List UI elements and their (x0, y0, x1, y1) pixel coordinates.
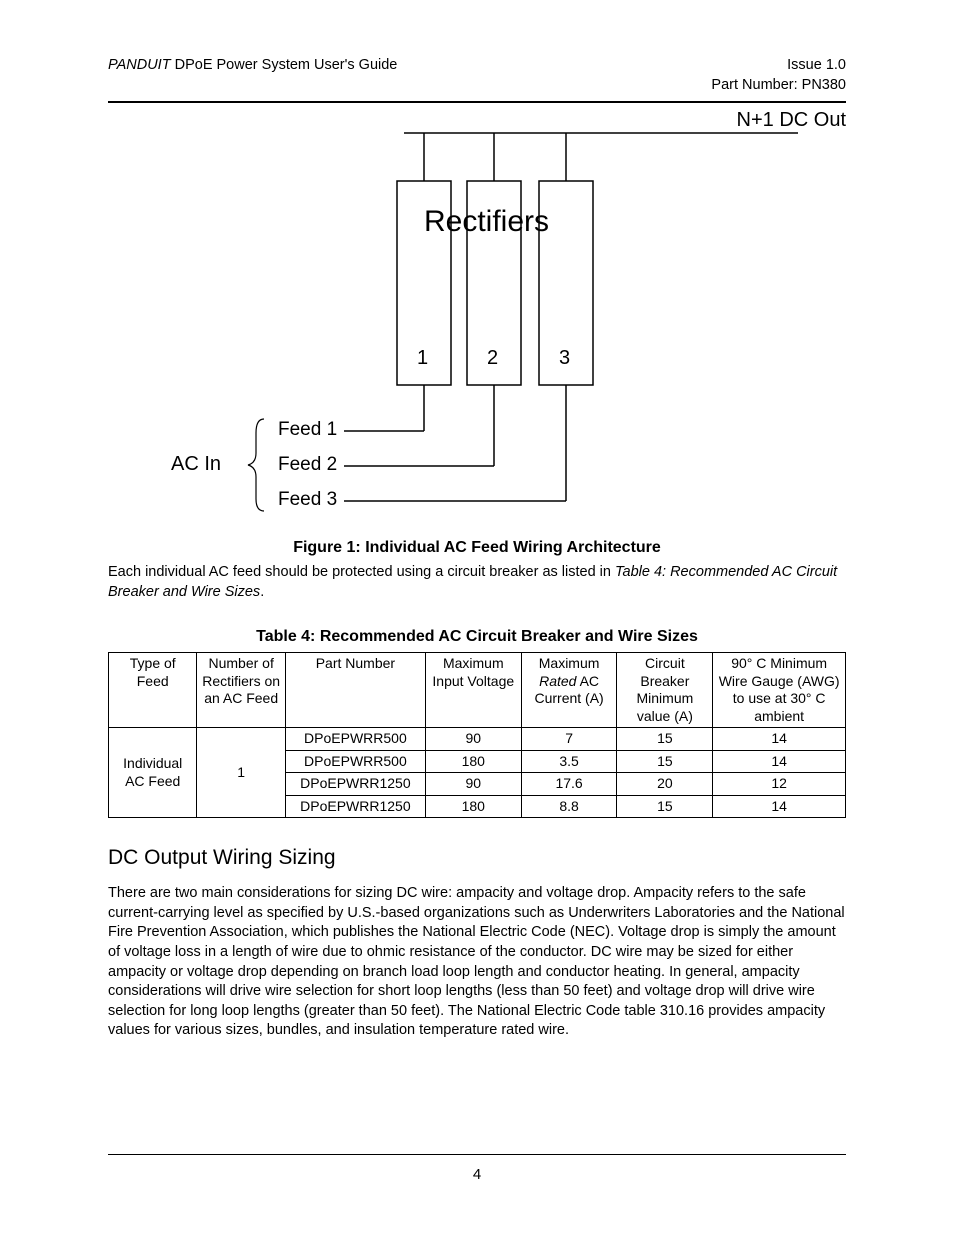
cell-part: DPoEPWRR500 (285, 750, 425, 773)
th-wire-gauge: 90° C Minimum Wire Gauge (AWG) to use at… (713, 653, 846, 728)
cell-current: 7 (521, 728, 617, 751)
figure-1-caption: Figure 1: Individual AC Feed Wiring Arch… (108, 539, 846, 557)
feed-2-label: Feed 2 (278, 454, 337, 476)
cell-part: DPoEPWRR1250 (285, 795, 425, 818)
figure-1-diagram: N+1 DC Out Rectifiers 1 2 3 AC In Feed 1… (108, 103, 846, 533)
paragraph-1: Each individual AC feed should be protec… (108, 563, 846, 602)
brand-name: PANDUIT (108, 57, 171, 73)
section-heading-dc-output: DC Output Wiring Sizing (108, 846, 846, 870)
cell-part: DPoEPWRR1250 (285, 773, 425, 796)
cell-breaker: 15 (617, 728, 713, 751)
ac-in-label: AC In (171, 453, 221, 476)
cell-voltage: 180 (425, 795, 521, 818)
table-row: Individual AC Feed1DPoEPWRR5009071514 (109, 728, 846, 751)
feed-3-label: Feed 3 (278, 489, 337, 511)
cell-breaker: 15 (617, 750, 713, 773)
cell-current: 3.5 (521, 750, 617, 773)
rectifier-box-2: 2 (487, 347, 498, 370)
cell-awg: 14 (713, 750, 846, 773)
cell-breaker: 15 (617, 795, 713, 818)
th-num-rectifiers: Number of Rectifiers on an AC Feed (197, 653, 285, 728)
table-4-caption: Table 4: Recommended AC Circuit Breaker … (108, 628, 846, 646)
doc-title: DPoE Power System User's Guide (171, 57, 398, 73)
footer-rule (108, 1154, 846, 1155)
para1-a: Each individual AC feed should be protec… (108, 564, 615, 580)
page-header: PANDUIT DPoE Power System User's Guide I… (108, 56, 846, 95)
feed-1-label: Feed 1 (278, 419, 337, 441)
dc-out-label: N+1 DC Out (737, 109, 846, 132)
cell-type-of-feed: Individual AC Feed (109, 728, 197, 818)
cell-awg: 14 (713, 728, 846, 751)
header-left: PANDUIT DPoE Power System User's Guide (108, 56, 397, 95)
rectifier-box-1: 1 (417, 347, 428, 370)
cell-current: 8.8 (521, 795, 617, 818)
page-number: 4 (0, 1166, 954, 1183)
cell-breaker: 20 (617, 773, 713, 796)
cell-part: DPoEPWRR500 (285, 728, 425, 751)
cell-awg: 14 (713, 795, 846, 818)
rectifiers-label: Rectifiers (424, 205, 549, 239)
cell-voltage: 90 (425, 728, 521, 751)
cell-awg: 12 (713, 773, 846, 796)
table-4: Type of Feed Number of Rectifiers on an … (108, 652, 846, 818)
paragraph-2: There are two main considerations for si… (108, 884, 846, 1041)
cell-num-rectifiers: 1 (197, 728, 285, 818)
th-breaker: Circuit Breaker Minimum value (A) (617, 653, 713, 728)
th-max-current: Maximum Rated AC Current (A) (521, 653, 617, 728)
th-part-number: Part Number (285, 653, 425, 728)
cell-voltage: 90 (425, 773, 521, 796)
issue-label: Issue 1.0 (711, 56, 846, 76)
cell-voltage: 180 (425, 750, 521, 773)
header-right: Issue 1.0 Part Number: PN380 (711, 56, 846, 95)
th-type-of-feed: Type of Feed (109, 653, 197, 728)
part-number-label: Part Number: PN380 (711, 76, 846, 96)
rectifier-box-3: 3 (559, 347, 570, 370)
table-header-row: Type of Feed Number of Rectifiers on an … (109, 653, 846, 728)
para1-c: . (260, 584, 264, 600)
th-max-voltage: Maximum Input Voltage (425, 653, 521, 728)
cell-current: 17.6 (521, 773, 617, 796)
